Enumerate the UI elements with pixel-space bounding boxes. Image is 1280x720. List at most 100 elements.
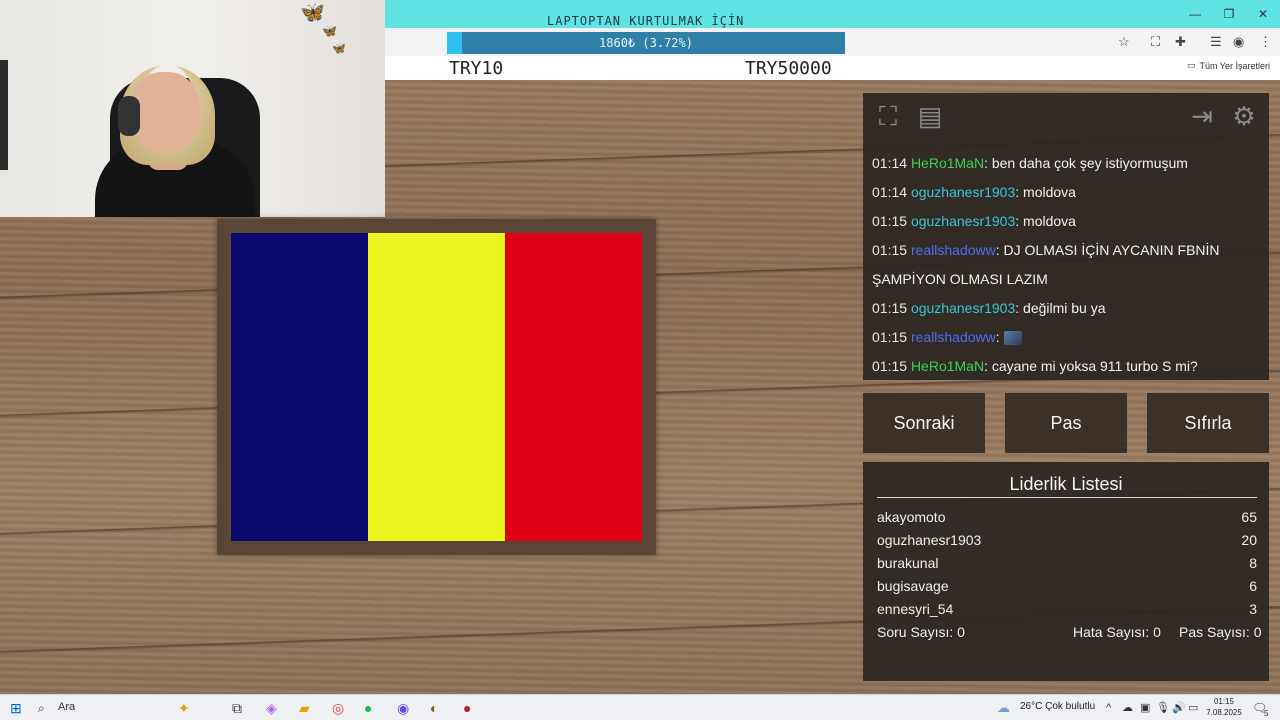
donation-progress-bar: 1860₺ (3.72%)	[447, 32, 845, 54]
clock-time: 01:15	[1213, 697, 1235, 706]
chat-timestamp: 01:14	[872, 155, 908, 171]
leaderboard-row: ennesyri_54 3	[877, 601, 1257, 617]
leaderboard-name: burakunal	[877, 555, 939, 571]
leaderboard-name: bugisavage	[877, 578, 949, 594]
goal-min-amount: TRY10	[449, 58, 504, 79]
clock-date: 7.08.2025	[1206, 708, 1242, 717]
windows-taskbar: ⊞ ⌕ Ara ✦ ⧉ ◈ ▰ ◎ ● ◉ ◐ ● ☁ 26°C Çok bul…	[0, 694, 1280, 720]
star-icon[interactable]: ☆	[1118, 34, 1130, 50]
screenshot-icon[interactable]: ⛶	[1151, 34, 1160, 50]
question-count: Soru Sayısı: 0	[877, 624, 965, 640]
chat-timestamp: 01:15	[872, 300, 908, 316]
windows-start-icon[interactable]: ⊞	[10, 699, 22, 717]
chat-text: : ben daha çok şey istiyormuşum	[984, 155, 1188, 171]
chat-timestamp: 01:15	[872, 358, 908, 374]
chat-timestamp: 01:15	[872, 213, 908, 229]
donation-progress-text: 1860₺ (3.72%)	[599, 36, 693, 50]
chat-timestamp: 01:15	[872, 242, 908, 258]
chat-text: : değilmi bu ya	[1015, 300, 1106, 316]
leaderboard-row: oguzhanesr1903 20	[877, 532, 1257, 548]
error-count: Hata Sayısı: 0	[1073, 624, 1161, 640]
notification-count: 5	[1264, 709, 1269, 718]
chat-text: : moldova	[1015, 184, 1076, 200]
task-view-icon[interactable]: ⧉	[232, 699, 242, 717]
copilot-sparkle-icon[interactable]: ✦	[178, 699, 190, 717]
reading-list-icon[interactable]: ☰	[1210, 34, 1222, 50]
webcam-feed: 🦋 🦋 🦋	[0, 0, 385, 217]
chat-text: : cayane mi yoksa 911 turbo S mi?	[984, 358, 1198, 374]
app-icon[interactable]: ◐	[430, 699, 438, 717]
pass-button[interactable]: Pas	[1005, 393, 1127, 453]
leaderboard-divider	[877, 497, 1257, 498]
notes-icon[interactable]: ▤	[915, 101, 945, 131]
system-clock[interactable]: 01:15 7.08.2025	[1206, 696, 1242, 718]
leaderboard-title: Liderlik Listesi	[1009, 474, 1123, 494]
exit-icon[interactable]: ⇥	[1187, 101, 1217, 131]
chat-username[interactable]: HeRo1MaN	[911, 358, 984, 374]
weather-icon[interactable]: ☁	[997, 699, 1010, 717]
menu-icon[interactable]: ⋮	[1259, 34, 1272, 50]
chat-message: 01:15 oguzhanesr1903: değilmi bu ya	[863, 294, 1269, 323]
copilot-icon[interactable]: ◈	[266, 699, 277, 717]
next-button[interactable]: Sonraki	[863, 393, 985, 453]
chat-username[interactable]: reallshadoww	[911, 329, 996, 345]
leaderboard-name: akayomoto	[877, 509, 946, 525]
file-explorer-icon[interactable]: ▰	[299, 699, 310, 717]
chat-username[interactable]: oguzhanesr1903	[911, 184, 1015, 200]
tab-bar	[385, 0, 1280, 28]
chat-message: 01:14 oguzhanesr1903: moldova	[863, 178, 1269, 207]
chat-text: : DJ OLMASI İÇİN AYCANIN FBNİN	[995, 242, 1220, 258]
chat-username[interactable]: HeRo1MaN	[911, 155, 984, 171]
leaderboard-score: 8	[1249, 555, 1257, 571]
streamer-face	[130, 72, 200, 152]
chrome-icon[interactable]: ◎	[332, 699, 344, 717]
webcam-wall	[0, 60, 8, 170]
butterfly-decoration: 🦋	[332, 43, 346, 55]
flag-stripe	[231, 233, 368, 541]
chat-username[interactable]: reallshadoww	[911, 242, 996, 258]
chat-username[interactable]: oguzhanesr1903	[911, 213, 1015, 229]
chat-panel: ⛶ ▤ ⇥ ⚙ 01:14 HeRo1MaN: ben daha çok şey…	[863, 93, 1269, 380]
chat-message: 01:15 HeRo1MaN: cayane mi yoksa 911 turb…	[863, 352, 1269, 377]
all-bookmarks[interactable]: ▭ Tüm Yer İşaretleri	[1187, 60, 1270, 71]
reset-button[interactable]: Sıfırla	[1147, 393, 1269, 453]
weather-text[interactable]: 26°C Çok bulutlu	[1020, 701, 1095, 712]
tray-icon[interactable]: ▣	[1140, 699, 1150, 717]
chat-text: : moldova	[1015, 213, 1076, 229]
network-icon[interactable]: ▭	[1188, 699, 1198, 717]
butterfly-decoration: 🦋	[300, 2, 325, 24]
chat-username[interactable]: oguzhanesr1903	[911, 300, 1015, 316]
microphone-icon[interactable]: 🎙	[1156, 699, 1170, 717]
chat-timestamp: 01:14	[872, 184, 908, 200]
minimize-icon[interactable]: —	[1178, 0, 1212, 28]
chat-message: 01:14 HeRo1MaN: ben daha çok şey istiyor…	[863, 149, 1269, 178]
chat-message: ŞAMPİYON OLMASI LAZIM	[863, 265, 1269, 294]
gear-icon[interactable]: ⚙	[1229, 101, 1259, 131]
profile-icon[interactable]: ◉	[1233, 34, 1244, 50]
chevron-up-icon[interactable]: ^	[1106, 699, 1111, 717]
fullscreen-icon[interactable]: ⛶	[873, 101, 903, 131]
chat-message: 01:15 reallshadoww:	[863, 323, 1269, 352]
discord-icon[interactable]: ◉	[397, 699, 409, 717]
chat-emote	[1003, 331, 1022, 346]
folder-icon: ▭	[1186, 60, 1196, 70]
flag-image	[231, 233, 642, 541]
leaderboard-score: 20	[1241, 532, 1257, 548]
close-icon[interactable]: ✕	[1246, 0, 1280, 28]
leaderboard-score: 3	[1249, 601, 1257, 617]
app-icon[interactable]: ●	[463, 699, 471, 717]
butterfly-decoration: 🦋	[322, 24, 337, 38]
spotify-icon[interactable]: ●	[364, 699, 372, 717]
chat-timestamp: 01:15	[872, 329, 908, 345]
restore-icon[interactable]: ❐	[1212, 0, 1246, 28]
extensions-icon[interactable]: ✚	[1175, 34, 1186, 50]
speaker-icon[interactable]: 🔊	[1172, 699, 1186, 717]
search-icon[interactable]: ⌕	[38, 699, 45, 717]
chat-text: :	[995, 329, 1000, 345]
bookmarks-label: Tüm Yer İşaretleri	[1199, 60, 1270, 71]
tray-icon[interactable]: ☁	[1122, 699, 1133, 717]
goal-max-amount: TRY50000	[745, 58, 832, 79]
leaderboard-row: burakunal 8	[877, 555, 1257, 571]
taskbar-search-label[interactable]: Ara	[58, 701, 75, 713]
browser-window: LAPTOPTAN KURTULMAK İÇİN — ❐ ✕ 1860₺ (3.…	[385, 0, 1280, 80]
